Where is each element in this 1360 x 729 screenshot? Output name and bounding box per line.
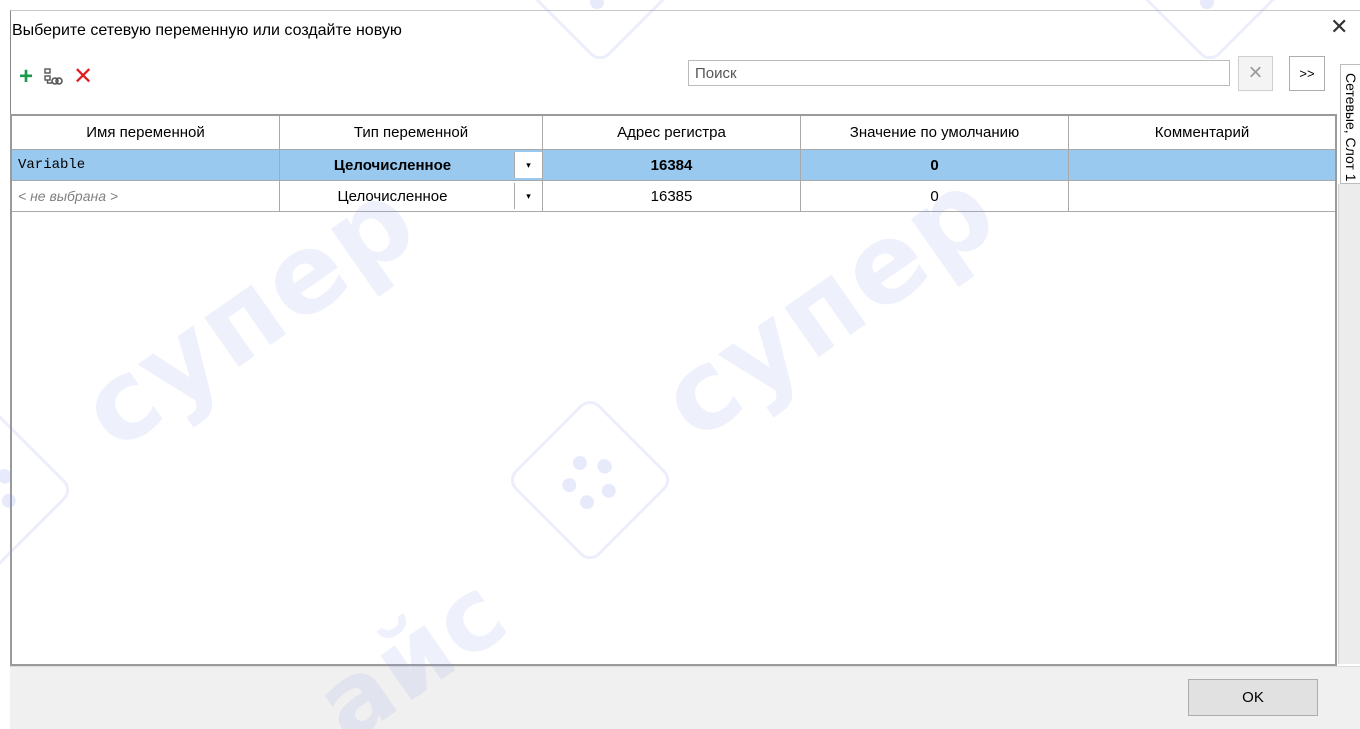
dialog-title: Выберите сетевую переменную или создайте… [12,22,402,39]
ok-button[interactable]: OK [1188,679,1318,716]
tab-network-slot-label: Сетевые, Слот 1 [1343,73,1359,182]
chevron-down-icon: ▾ [526,190,531,201]
comment-cell[interactable] [1069,150,1335,180]
clear-search-button[interactable]: × [1238,56,1273,91]
type-dropdown-button[interactable]: ▾ [514,152,542,178]
column-header-address[interactable]: Адрес регистра [543,116,801,149]
default-value-cell[interactable]: 0 [801,150,1069,180]
variable-type-value: Целочисленное [333,156,452,174]
variable-name-cell[interactable]: < не выбрана > [12,181,280,211]
default-value-cell[interactable]: 0 [801,181,1069,211]
variables-table: Имя переменной Тип переменной Адрес реги… [10,114,1337,666]
register-address-cell[interactable]: 16385 [543,181,801,211]
add-variable-button[interactable]: + [16,63,36,90]
variable-name-cell[interactable]: Variable [12,150,280,180]
dialog-footer [10,666,1360,729]
clear-icon: × [1248,59,1263,86]
link-variable-button[interactable] [42,66,64,88]
variable-type-cell[interactable]: Целочисленное ▾ [280,181,543,211]
close-icon[interactable]: ✕ [1330,16,1348,38]
side-panel-strip [1338,184,1360,664]
search-input[interactable] [688,60,1230,86]
column-header-type[interactable]: Тип переменной [280,116,543,149]
delete-variable-button[interactable]: ✕ [72,63,94,90]
tab-network-slot[interactable]: Сетевые, Слот 1 [1340,64,1360,184]
delete-icon: ✕ [72,63,94,90]
expand-button[interactable]: >> [1289,56,1325,91]
chevron-down-icon: ▾ [526,159,531,170]
register-address-cell[interactable]: 16384 [543,150,801,180]
comment-cell[interactable] [1069,181,1335,211]
table-row[interactable]: < не выбрана > Целочисленное ▾ 16385 0 [12,181,1335,212]
table-header: Имя переменной Тип переменной Адрес реги… [12,116,1335,150]
column-header-comment[interactable]: Комментарий [1069,116,1335,149]
type-dropdown-button[interactable]: ▾ [514,183,542,209]
link-variable-icon [44,68,63,85]
table-row-selected[interactable]: Variable Целочисленное ▾ 16384 0 [12,150,1335,181]
column-header-default[interactable]: Значение по умолчанию [801,116,1069,149]
column-header-name[interactable]: Имя переменной [12,116,280,149]
plus-icon: + [18,63,33,90]
variable-type-value: Целочисленное [337,187,448,205]
variable-type-cell[interactable]: Целочисленное ▾ [280,150,543,180]
